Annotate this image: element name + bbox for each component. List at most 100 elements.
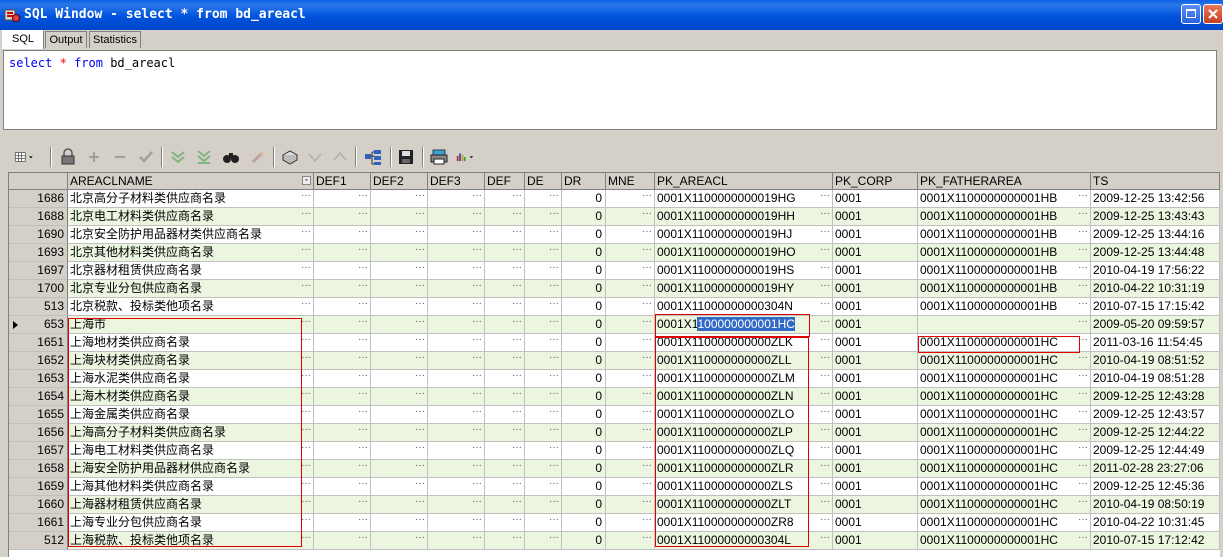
export-button[interactable]: [363, 147, 383, 167]
pk-fatherarea-cell[interactable]: [918, 316, 1091, 334]
ts-cell[interactable]: 2010-04-19 08:51:28: [1091, 370, 1220, 388]
post-record-button[interactable]: [136, 147, 156, 167]
areaclname-cell[interactable]: 上海水泥类供应商名录: [68, 370, 314, 388]
pk-areacl-cell[interactable]: 0001X110000000000ZLN: [655, 388, 833, 406]
def3-cell[interactable]: [428, 316, 485, 334]
table-row[interactable]: 1655 上海金属类供应商名录 0 0001X110000000000ZLO 0001 0…: [9, 406, 1220, 424]
ts-cell[interactable]: 2010-07-15 17:12:42: [1091, 532, 1220, 550]
dr-cell[interactable]: 0: [562, 442, 606, 460]
dr-cell[interactable]: 0: [562, 208, 606, 226]
pk-areacl-cell[interactable]: 0001X1100000000001HC: [655, 316, 833, 334]
dr-cell[interactable]: 0: [562, 226, 606, 244]
pk-fatherarea-cell[interactable]: 0001X1100000000001HC: [918, 514, 1091, 532]
def3-cell[interactable]: [428, 208, 485, 226]
def5-cell[interactable]: [525, 226, 562, 244]
def5-cell[interactable]: [525, 406, 562, 424]
query-by-example-button[interactable]: [280, 147, 300, 167]
delete-record-button[interactable]: [110, 147, 130, 167]
mne-cell[interactable]: [606, 190, 655, 208]
areaclname-cell[interactable]: 上海专业分包供应商名录: [68, 514, 314, 532]
table-row[interactable]: 653上海市00001X1100000000001HC00012009-05-2…: [9, 316, 1220, 334]
def5-cell[interactable]: [525, 460, 562, 478]
pk-fatherarea-cell[interactable]: 0001X1100000000001HC: [918, 532, 1091, 550]
def4-cell[interactable]: [485, 514, 525, 532]
ts-cell[interactable]: 2009-12-25 13:44:16: [1091, 226, 1220, 244]
def5-cell[interactable]: [525, 334, 562, 352]
table-row[interactable]: 1700 北京专业分包供应商名录 0 0001X1100000000019HY 0001…: [9, 280, 1220, 298]
table-row[interactable]: 1657 上海电工材料类供应商名录 0 0001X110000000000ZLQ 000…: [9, 442, 1220, 460]
def5-cell[interactable]: [525, 514, 562, 532]
mne-cell[interactable]: [606, 244, 655, 262]
pk-corp-cell[interactable]: 0001: [833, 352, 918, 370]
pk-areacl-cell[interactable]: 0001X110000000000ZLS: [655, 478, 833, 496]
def2-cell[interactable]: [371, 226, 428, 244]
def3-cell[interactable]: [428, 280, 485, 298]
areaclname-cell[interactable]: 上海电工材料类供应商名录: [68, 442, 314, 460]
def3-cell[interactable]: [428, 388, 485, 406]
column-header-pk-corp[interactable]: PK_CORP: [833, 173, 918, 190]
areaclname-cell[interactable]: 上海器材租赁供应商名录: [68, 496, 314, 514]
table-row[interactable]: 1659 上海其他材料类供应商名录 0 0001X110000000000ZLS 000…: [9, 478, 1220, 496]
def3-cell[interactable]: [428, 532, 485, 550]
def3-cell[interactable]: [428, 406, 485, 424]
pk-fatherarea-cell[interactable]: 0001X1100000000001HC: [918, 370, 1091, 388]
pk-fatherarea-cell[interactable]: 0001X1100000000001HB: [918, 280, 1091, 298]
editor-splitter[interactable]: [0, 132, 1223, 138]
pk-corp-cell[interactable]: 0001: [833, 424, 918, 442]
table-row[interactable]: 1688 北京电工材料类供应商名录 0 0001X1100000000019HH 000…: [9, 208, 1220, 226]
def2-cell[interactable]: [371, 478, 428, 496]
pk-corp-cell[interactable]: 0001: [833, 298, 918, 316]
def1-cell[interactable]: [314, 532, 371, 550]
areaclname-cell[interactable]: 北京高分子材料类供应商名录: [68, 190, 314, 208]
pk-fatherarea-cell[interactable]: 0001X1100000000001HC: [918, 496, 1091, 514]
def1-cell[interactable]: [314, 370, 371, 388]
def4-cell[interactable]: [485, 478, 525, 496]
pk-areacl-cell[interactable]: 0001X110000000000ZLK: [655, 334, 833, 352]
grid-options-button[interactable]: [14, 147, 46, 167]
def5-cell[interactable]: [525, 190, 562, 208]
mne-cell[interactable]: [606, 424, 655, 442]
def5-cell[interactable]: [525, 316, 562, 334]
dr-cell[interactable]: 0: [562, 316, 606, 334]
def3-cell[interactable]: [428, 334, 485, 352]
def2-cell[interactable]: [371, 460, 428, 478]
pk-corp-cell[interactable]: 0001: [833, 244, 918, 262]
lock-button[interactable]: [58, 147, 78, 167]
pk-corp-cell[interactable]: 0001: [833, 262, 918, 280]
column-header-areaclname[interactable]: AREACLNAME ▪: [68, 173, 314, 190]
def4-cell[interactable]: [485, 316, 525, 334]
dr-cell[interactable]: 0: [562, 334, 606, 352]
ts-cell[interactable]: 2009-12-25 12:45:36: [1091, 478, 1220, 496]
dr-cell[interactable]: 0: [562, 532, 606, 550]
ts-cell[interactable]: 2011-03-16 11:54:45: [1091, 334, 1220, 352]
column-header-menu-icon[interactable]: ▪: [302, 176, 311, 185]
def1-cell[interactable]: [314, 316, 371, 334]
def3-cell[interactable]: [428, 442, 485, 460]
table-row[interactable]: 1658 上海安全防护用品器材供应商名录 0 0001X110000000000ZLR…: [9, 460, 1220, 478]
pk-fatherarea-cell[interactable]: 0001X1100000000001HC: [918, 352, 1091, 370]
areaclname-cell[interactable]: 北京器材租赁供应商名录: [68, 262, 314, 280]
mne-cell[interactable]: [606, 370, 655, 388]
def4-cell[interactable]: [485, 442, 525, 460]
pk-fatherarea-cell[interactable]: 0001X1100000000001HC: [918, 478, 1091, 496]
pk-fatherarea-cell[interactable]: 0001X1100000000001HB: [918, 226, 1091, 244]
find-button[interactable]: [221, 147, 241, 167]
ts-cell[interactable]: 2010-04-22 10:31:45: [1091, 514, 1220, 532]
column-header-ts[interactable]: TS: [1091, 173, 1220, 190]
pk-areacl-cell[interactable]: 0001X1100000000019HY: [655, 280, 833, 298]
areaclname-cell[interactable]: 上海地材类供应商名录: [68, 334, 314, 352]
table-row[interactable]: 1651 上海地材类供应商名录 0 0001X110000000000ZLK 0001 0…: [9, 334, 1220, 352]
pk-corp-cell[interactable]: 0001: [833, 280, 918, 298]
pk-corp-cell[interactable]: 0001: [833, 496, 918, 514]
table-row[interactable]: 1656 上海高分子材料类供应商名录 0 0001X110000000000ZLP 00…: [9, 424, 1220, 442]
areaclname-cell[interactable]: 北京安全防护用品器材类供应商名录: [68, 226, 314, 244]
def1-cell[interactable]: [314, 226, 371, 244]
def5-cell[interactable]: [525, 496, 562, 514]
pk-fatherarea-cell[interactable]: 0001X1100000000001HB: [918, 298, 1091, 316]
def4-cell[interactable]: [485, 370, 525, 388]
mne-cell[interactable]: [606, 388, 655, 406]
pk-areacl-cell[interactable]: 0001X1100000000019HJ: [655, 226, 833, 244]
def5-cell[interactable]: [525, 478, 562, 496]
dr-cell[interactable]: 0: [562, 514, 606, 532]
def1-cell[interactable]: [314, 262, 371, 280]
